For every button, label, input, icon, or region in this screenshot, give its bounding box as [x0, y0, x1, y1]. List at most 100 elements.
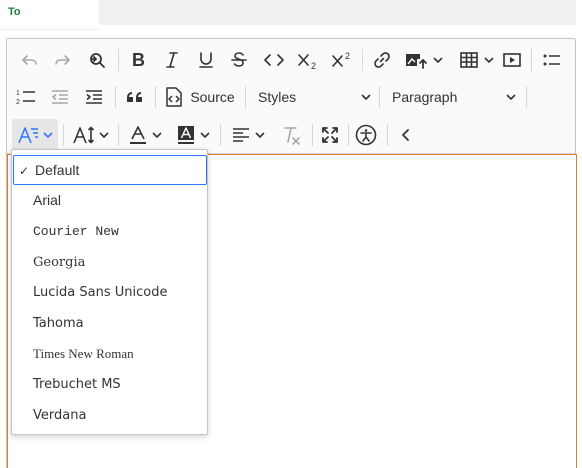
insert-table-dropdown[interactable]: [453, 44, 501, 76]
toolbar-separator: [115, 86, 116, 108]
chevron-down-icon: [254, 132, 265, 139]
collapse-toolbar-button[interactable]: [391, 119, 421, 151]
fullscreen-button[interactable]: [315, 119, 345, 151]
toolbar-separator: [118, 124, 119, 146]
insert-media-button[interactable]: [497, 44, 527, 76]
strikethrough-icon: [231, 52, 247, 67]
font-option-tahoma[interactable]: Tahoma: [12, 308, 207, 338]
toolbar-separator: [362, 49, 363, 71]
toolbar-separator: [220, 124, 221, 146]
source-button[interactable]: Source: [161, 81, 237, 113]
font-option-arial[interactable]: Arial: [12, 185, 207, 215]
accessibility-button[interactable]: [350, 119, 382, 151]
superscript-button[interactable]: 2: [327, 44, 357, 76]
toolbar-separator: [348, 124, 349, 146]
heading-dropdown[interactable]: Paragraph: [385, 81, 525, 113]
svg-text:1: 1: [16, 90, 20, 97]
font-option-label: Lucida Sans Unicode: [33, 284, 168, 300]
font-color-dropdown[interactable]: [122, 119, 168, 151]
styles-dropdown[interactable]: Styles: [250, 81, 378, 113]
insert-image-dropdown[interactable]: [399, 44, 449, 76]
toolbar-separator: [531, 49, 532, 71]
remove-format-button[interactable]: [277, 119, 307, 151]
find-replace-button[interactable]: [82, 44, 112, 76]
toolbar-separator: [526, 86, 527, 108]
align-left-icon: [232, 128, 249, 142]
underline-button[interactable]: [191, 44, 221, 76]
font-option-verdana[interactable]: Verdana: [12, 400, 207, 430]
svg-text:B: B: [132, 50, 145, 70]
font-option-label: Tahoma: [33, 315, 84, 331]
redo-icon: [55, 55, 70, 65]
link-button[interactable]: [367, 44, 397, 76]
font-family-dropdown[interactable]: [12, 119, 58, 151]
subscript-icon: 2: [298, 54, 316, 70]
font-size-icon: [72, 126, 94, 144]
bold-icon: B: [132, 50, 145, 70]
font-option-courier-new[interactable]: Courier New: [12, 216, 207, 246]
to-label: To: [8, 6, 21, 18]
strikethrough-button[interactable]: [224, 44, 254, 76]
styles-label: Styles: [258, 89, 297, 105]
indent-icon: [86, 90, 102, 104]
indent-button[interactable]: [79, 81, 109, 113]
toolbar-separator: [245, 86, 246, 108]
font-option-label: Default: [35, 162, 80, 178]
to-recipient-field[interactable]: [99, 0, 576, 25]
font-option-times-new-roman[interactable]: Times New Roman: [12, 339, 207, 369]
font-option-default[interactable]: ✓ Default: [13, 155, 207, 185]
font-option-label: Verdana: [33, 407, 87, 423]
font-option-lucida-sans-unicode[interactable]: Lucida Sans Unicode: [12, 277, 207, 307]
image-upload-icon: [406, 54, 427, 69]
accessibility-icon: [355, 124, 377, 146]
find-replace-icon: [90, 53, 105, 68]
chevron-left-icon: [402, 129, 409, 141]
media-icon: [503, 53, 521, 67]
font-option-label: Times New Roman: [33, 346, 134, 361]
text-alignment-dropdown[interactable]: [225, 119, 271, 151]
source-code-icon: [166, 87, 183, 107]
bold-button[interactable]: B: [123, 44, 153, 76]
font-family-icon: [17, 127, 38, 144]
svg-text:2: 2: [16, 99, 20, 106]
undo-icon: [22, 55, 37, 65]
svg-text:2: 2: [345, 51, 350, 61]
heading-label: Paragraph: [392, 89, 458, 105]
outdent-button[interactable]: [45, 81, 75, 113]
toolbar-separator: [155, 86, 156, 108]
toolbar-separator: [63, 124, 64, 146]
undo-button[interactable]: [15, 44, 45, 76]
toolbar-separator: [312, 124, 313, 146]
italic-button[interactable]: [157, 44, 187, 76]
redo-button[interactable]: [47, 44, 77, 76]
outdent-icon: [52, 90, 68, 104]
font-background-color-icon: [177, 126, 194, 144]
quote-icon: [127, 92, 142, 102]
font-option-georgia[interactable]: Georgia: [12, 247, 207, 277]
code-button[interactable]: [258, 44, 290, 76]
fullscreen-icon: [322, 127, 338, 143]
remove-format-icon: [284, 127, 300, 145]
chevron-down-icon: [42, 132, 53, 139]
italic-icon: [166, 52, 178, 68]
font-option-trebuchet-ms[interactable]: Trebuchet MS: [12, 369, 207, 399]
header-divider: [0, 29, 99, 30]
code-icon: [264, 54, 284, 66]
bulleted-list-button[interactable]: [537, 44, 567, 76]
chevron-down-icon: [433, 57, 443, 64]
numbered-list-button[interactable]: 12: [11, 81, 41, 113]
chevron-down-icon: [151, 132, 162, 139]
source-label: Source: [190, 89, 235, 105]
link-icon: [374, 52, 390, 68]
toolbar-separator: [118, 49, 119, 71]
font-option-label: Courier New: [33, 223, 119, 239]
blockquote-button[interactable]: [120, 81, 150, 113]
numbered-list-icon: 12: [16, 90, 35, 106]
background-color-dropdown[interactable]: [170, 119, 216, 151]
font-family-menu: ✓ Default Arial Courier New Georgia Luci…: [11, 149, 208, 435]
bulleted-list-icon: [543, 54, 560, 66]
svg-text:2: 2: [311, 61, 316, 70]
toolbar-separator: [387, 124, 388, 146]
subscript-button[interactable]: 2: [293, 44, 323, 76]
font-size-dropdown[interactable]: [68, 119, 114, 151]
